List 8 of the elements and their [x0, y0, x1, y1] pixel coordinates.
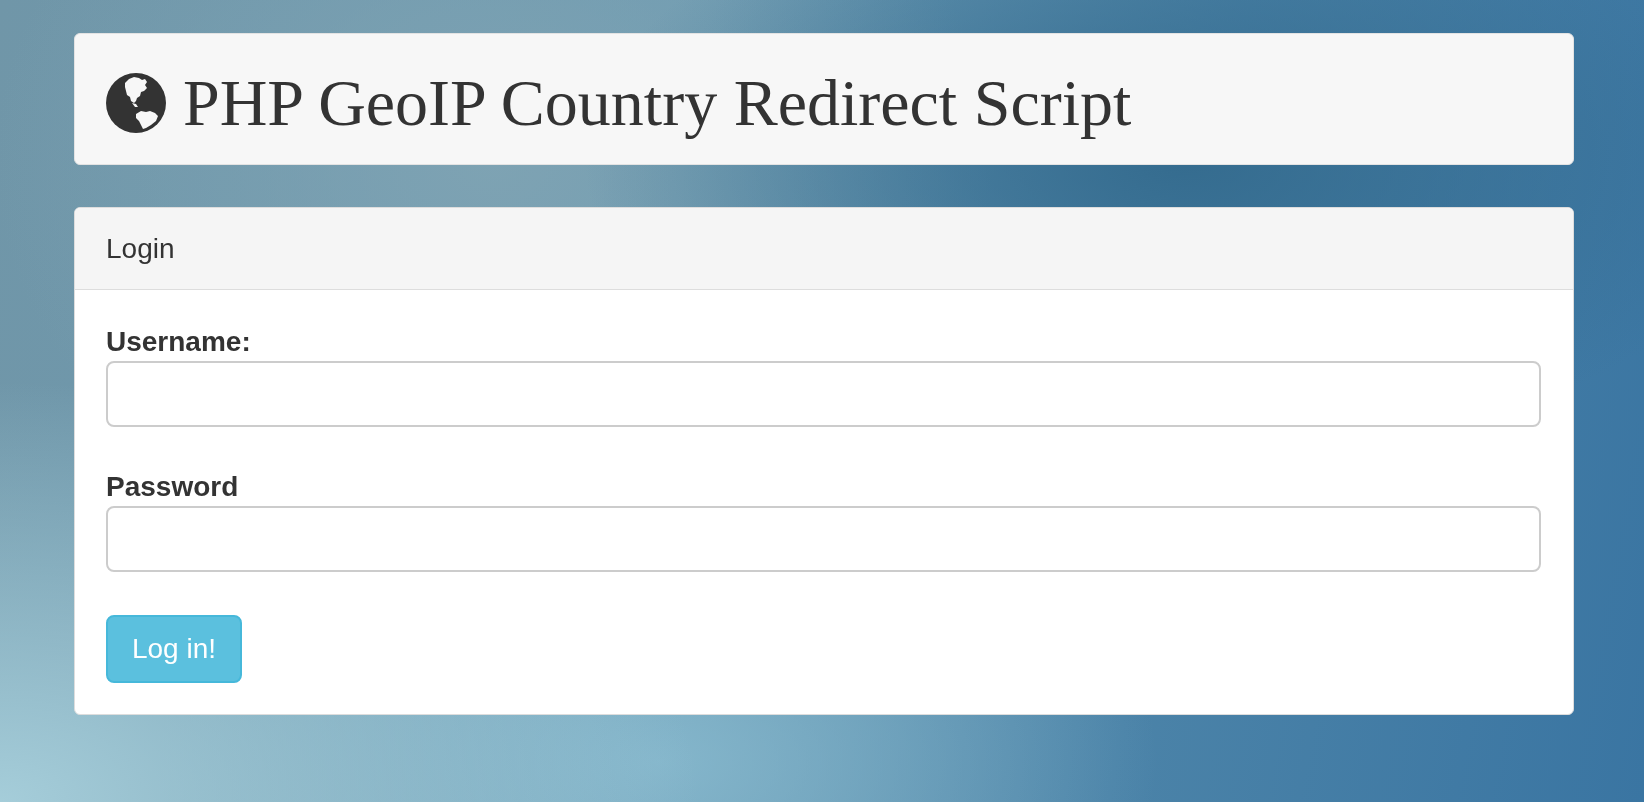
panel-title: Login — [106, 231, 175, 266]
globe-icon — [106, 73, 166, 133]
field-label: Username: — [106, 325, 251, 359]
input-field[interactable] — [106, 361, 1541, 427]
input-field[interactable] — [106, 506, 1541, 572]
login-button[interactable]: Log in! — [106, 615, 242, 683]
field-label: Password — [106, 470, 239, 504]
page-title: PHP GeoIP Country Redirect Script — [183, 66, 1132, 140]
